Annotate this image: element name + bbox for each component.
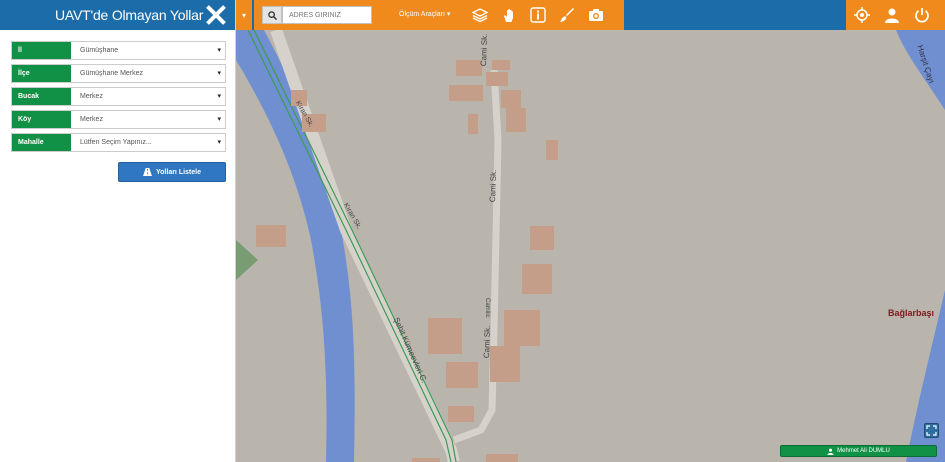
river-right-top [896, 30, 945, 110]
filter-value: Merkez [80, 93, 103, 100]
map-base [236, 30, 945, 462]
user-icon[interactable] [884, 7, 900, 23]
filter-label: Mahalle [12, 134, 71, 151]
caret-down-icon: ▾ [241, 10, 246, 20]
locate-icon[interactable] [854, 7, 870, 23]
filter-il[interactable]: İl Gümüşhane ▾ [11, 41, 226, 60]
sidebar-panel: UAVT'de Olmayan Yollar İl Gümüşhane ▾ İlç… [0, 0, 236, 462]
place-label: Bağlarbaşı [888, 308, 935, 318]
list-roads-label: Yolları Listele [156, 168, 201, 176]
street-label: Cami Sk. [482, 325, 493, 359]
map-canvas[interactable]: Cami Sk. Cami Sk. Cami Sk. Camiiic Kıran… [236, 30, 945, 462]
filter-label: Bucak [12, 88, 71, 105]
caret-down-icon: ▾ [217, 139, 221, 146]
street-label: Camiiic [484, 298, 490, 318]
sidebar-toggle-button[interactable]: ▾ [236, 0, 252, 30]
user-badge[interactable]: Mehmet Ali DUMLU [780, 445, 937, 457]
right-toolbar [846, 0, 945, 30]
filter-label: Köy [12, 111, 71, 128]
filter-label: İlçe [12, 65, 71, 82]
filter-bucak[interactable]: Bucak Merkez ▾ [11, 87, 226, 106]
filter-ilce[interactable]: İlçe Gümüşhane Merkez ▾ [11, 64, 226, 83]
measure-tools-label: Ölçüm Araçları [399, 11, 445, 18]
caret-down-icon: ▾ [217, 116, 221, 123]
sidebar-header: UAVT'de Olmayan Yollar [0, 0, 235, 30]
measure-tools-menu[interactable]: Ölçüm Araçları ▾ [399, 0, 450, 30]
filter-select[interactable]: Lütfen Seçim Yapınız... ▾ [71, 134, 225, 151]
filter-select[interactable]: Gümüşhane Merkez ▾ [71, 65, 225, 82]
search-button[interactable] [262, 6, 282, 24]
app-root: UAVT'de Olmayan Yollar İl Gümüşhane ▾ İlç… [0, 0, 945, 462]
address-search-input[interactable] [282, 6, 372, 24]
filter-select[interactable]: Merkez ▾ [71, 88, 225, 105]
top-toolbar: ▾ Ölçüm Araçları ▾ [236, 0, 945, 30]
user-name: Mehmet Ali DUMLU [837, 448, 890, 454]
park-area [236, 240, 258, 280]
caret-down-icon: ▾ [217, 93, 221, 100]
hand-icon[interactable] [501, 7, 517, 23]
filter-mahalle[interactable]: Mahalle Lütfen Seçim Yapınız... ▾ [11, 133, 226, 152]
caret-down-icon: ▾ [217, 70, 221, 77]
search-icon [267, 10, 277, 20]
camera-icon[interactable] [588, 7, 604, 23]
user-icon [827, 448, 834, 455]
expand-icon [926, 425, 937, 436]
power-icon[interactable] [914, 7, 930, 23]
filter-value: Gümüşhane Merkez [80, 70, 144, 77]
road-icon [143, 168, 152, 176]
list-roads-button[interactable]: Yolları Listele [118, 162, 226, 182]
sidebar-title: UAVT'de Olmayan Yollar [55, 7, 204, 23]
filter-select[interactable]: Merkez ▾ [71, 111, 225, 128]
info-icon[interactable] [530, 7, 546, 23]
caret-down-icon: ▾ [217, 47, 221, 54]
filter-koy[interactable]: Köy Merkez ▾ [11, 110, 226, 129]
caret-down-icon: ▾ [446, 11, 451, 18]
filter-value: Gümüşhane [80, 47, 119, 54]
brush-icon[interactable] [559, 7, 575, 23]
street-label: Cami Sk. [488, 169, 499, 203]
fullscreen-button[interactable] [924, 423, 939, 438]
filter-select[interactable]: Gümüşhane ▾ [71, 42, 225, 59]
close-icon[interactable] [205, 4, 227, 26]
layers-icon[interactable] [472, 7, 488, 23]
search-toolbar: Ölçüm Araçları ▾ [254, 0, 624, 30]
filter-label: İl [12, 42, 71, 59]
filter-value: Merkez [80, 116, 103, 123]
filter-value: Lütfen Seçim Yapınız... [80, 139, 152, 146]
street-label: Cami Sk. [479, 33, 490, 67]
